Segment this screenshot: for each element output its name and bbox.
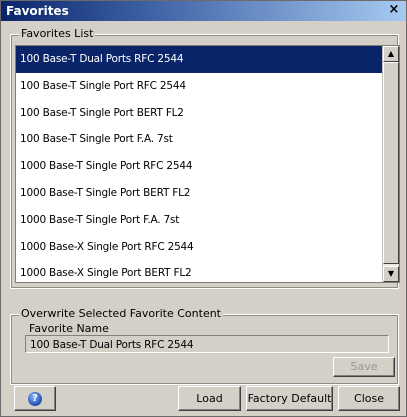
list-item[interactable]: 100 Base-T Single Port F.A. 7st	[16, 126, 382, 153]
close-icon[interactable]: ×	[386, 2, 402, 18]
save-button[interactable]: Save	[333, 357, 395, 377]
scroll-thumb[interactable]	[383, 62, 399, 264]
favorite-name-field[interactable]: 100 Base-T Dual Ports RFC 2544	[25, 335, 389, 353]
overwrite-legend: Overwrite Selected Favorite Content	[19, 307, 223, 320]
help-button[interactable]: ?	[14, 386, 56, 411]
help-icon: ?	[28, 392, 42, 406]
list-item[interactable]: 1000 Base-X Single Port BERT FL2	[16, 260, 382, 282]
favorites-items: 100 Base-T Dual Ports RFC 2544 100 Base-T…	[16, 46, 382, 282]
list-item[interactable]: 100 Base-T Single Port BERT FL2	[16, 100, 382, 127]
close-button[interactable]: Close	[338, 386, 400, 411]
scrollbar[interactable]: ▲ ▼	[382, 46, 399, 282]
list-item[interactable]: 100 Base-T Single Port RFC 2544	[16, 73, 382, 100]
favorites-listbox[interactable]: 100 Base-T Dual Ports RFC 2544 100 Base-T…	[15, 45, 400, 283]
favorites-dialog: Favorites × Favorites List 100 Base-T Du…	[0, 0, 407, 417]
list-item[interactable]: 1000 Base-T Single Port RFC 2544	[16, 153, 382, 180]
load-button[interactable]: Load	[178, 386, 241, 411]
favorite-name-label: Favorite Name	[29, 322, 109, 335]
scroll-up-icon[interactable]: ▲	[383, 46, 399, 62]
list-item[interactable]: 1000 Base-T Single Port BERT FL2	[16, 180, 382, 207]
list-item[interactable]: 1000 Base-X Single Port RFC 2544	[16, 234, 382, 261]
factory-default-button[interactable]: Factory Default	[246, 386, 333, 411]
window-title: Favorites	[6, 4, 69, 18]
favorites-list-legend: Favorites List	[19, 27, 96, 40]
title-bar[interactable]: Favorites ×	[1, 1, 406, 21]
list-item[interactable]: 1000 Base-T Single Port F.A. 7st	[16, 207, 382, 234]
list-item[interactable]: 100 Base-T Dual Ports RFC 2544	[16, 46, 382, 73]
scroll-down-icon[interactable]: ▼	[383, 266, 399, 282]
